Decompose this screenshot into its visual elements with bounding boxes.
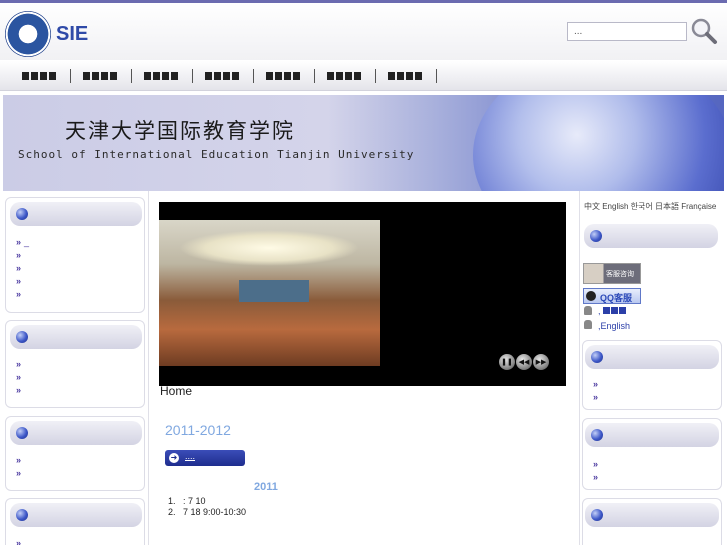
image-slideshow[interactable]: ❚❚ ◀◀ ▶▶ (159, 202, 566, 386)
banner-title-chinese: 天津大学国际教育学院 (65, 119, 295, 143)
list-item[interactable]: » (16, 468, 24, 478)
contact-line[interactable]: ,English (598, 321, 630, 331)
left-panel-4: » (5, 498, 145, 545)
home-label[interactable]: Home (160, 384, 192, 398)
blue-orb-icon (16, 509, 28, 521)
service-label: 客服咨询 (606, 271, 634, 278)
arrow-right-icon: ➜ (169, 453, 179, 463)
list-item[interactable]: » (16, 359, 24, 369)
banner-title-english: School of International Education Tianji… (18, 148, 415, 161)
list-item[interactable]: » (16, 385, 24, 395)
nav-item-4[interactable] (193, 68, 254, 83)
qq-service-button[interactable]: QQ客服 (583, 288, 641, 304)
blue-orb-icon (16, 208, 28, 220)
blue-orb-icon (591, 351, 603, 363)
nav-item-2[interactable] (71, 68, 132, 83)
panel-header (585, 503, 719, 527)
right-panel-3: » » (582, 418, 722, 490)
header: SIE (0, 0, 727, 64)
section-heading: 2011-2012 (165, 422, 231, 438)
search-input[interactable] (567, 22, 687, 41)
right-panel-1 (582, 220, 722, 256)
more-button-label: .... (185, 451, 196, 461)
page: SIE 天津大学国际教育学院 School of International E… (0, 0, 727, 545)
more-button[interactable]: ➜ .... (165, 450, 245, 466)
nav-item-7[interactable] (376, 68, 437, 83)
user-icon (584, 306, 592, 315)
customer-service-image[interactable]: 客服咨询 (583, 263, 641, 284)
globe-graphic (473, 95, 724, 191)
qq-penguin-icon (586, 291, 596, 301)
list-item[interactable]: » (16, 455, 24, 465)
list-item: 1. : 7 10 (168, 496, 206, 506)
panel-header (10, 503, 142, 527)
nav-item-5[interactable] (254, 68, 315, 83)
panel-header (585, 345, 719, 369)
search-icon[interactable] (690, 17, 718, 45)
list-item[interactable]: » (16, 538, 24, 545)
main-nav (0, 61, 727, 91)
logo-text[interactable]: SIE (56, 23, 88, 46)
right-panel-4 (582, 498, 722, 545)
panel-header (10, 421, 142, 445)
nav-item-6[interactable] (315, 68, 376, 83)
blue-orb-icon (16, 427, 28, 439)
blue-orb-icon (590, 230, 602, 242)
contact-line[interactable]: , (598, 306, 627, 316)
panel-header (585, 423, 719, 447)
blue-orb-icon (591, 429, 603, 441)
list-item[interactable]: » (16, 263, 24, 273)
right-panel-2: » » (582, 340, 722, 410)
sub-heading: 2011 (254, 481, 278, 493)
logo-seal-icon[interactable] (5, 11, 51, 57)
list-item[interactable]: » (16, 276, 24, 286)
banner: 天津大学国际教育学院 School of International Educa… (3, 95, 724, 191)
nav-item-1[interactable] (10, 68, 71, 83)
blue-orb-icon (591, 509, 603, 521)
list-item[interactable]: » (16, 372, 24, 382)
list-item[interactable]: » (593, 392, 601, 402)
list-item: 2. 7 18 9:00-10:30 (168, 507, 247, 517)
next-icon[interactable]: ▶▶ (533, 354, 549, 370)
left-panel-2: » » » (5, 320, 145, 408)
lobby-photo[interactable] (159, 220, 380, 366)
reception-desk (239, 280, 309, 302)
qq-label: QQ客服 (600, 293, 633, 303)
list-item[interactable]: » (16, 289, 24, 299)
list-item[interactable]: » (593, 472, 601, 482)
left-panel-1: » _ » » » » (5, 197, 145, 313)
language-links[interactable]: 中文 English 한국어 日本語 Française (584, 201, 716, 212)
pause-icon[interactable]: ❚❚ (499, 354, 515, 370)
list-item[interactable]: » (593, 379, 601, 389)
user-icon (584, 320, 592, 329)
left-panel-3: » » (5, 416, 145, 491)
list-item[interactable]: » _ (16, 237, 29, 247)
panel-header (584, 224, 718, 248)
panel-header (10, 325, 142, 349)
ceiling-light (179, 230, 359, 266)
list-item[interactable]: » (16, 250, 24, 260)
blue-orb-icon (16, 331, 28, 343)
prev-icon[interactable]: ◀◀ (516, 354, 532, 370)
list-item[interactable]: » (593, 459, 601, 469)
nav-item-3[interactable] (132, 68, 193, 83)
panel-header (10, 202, 142, 226)
